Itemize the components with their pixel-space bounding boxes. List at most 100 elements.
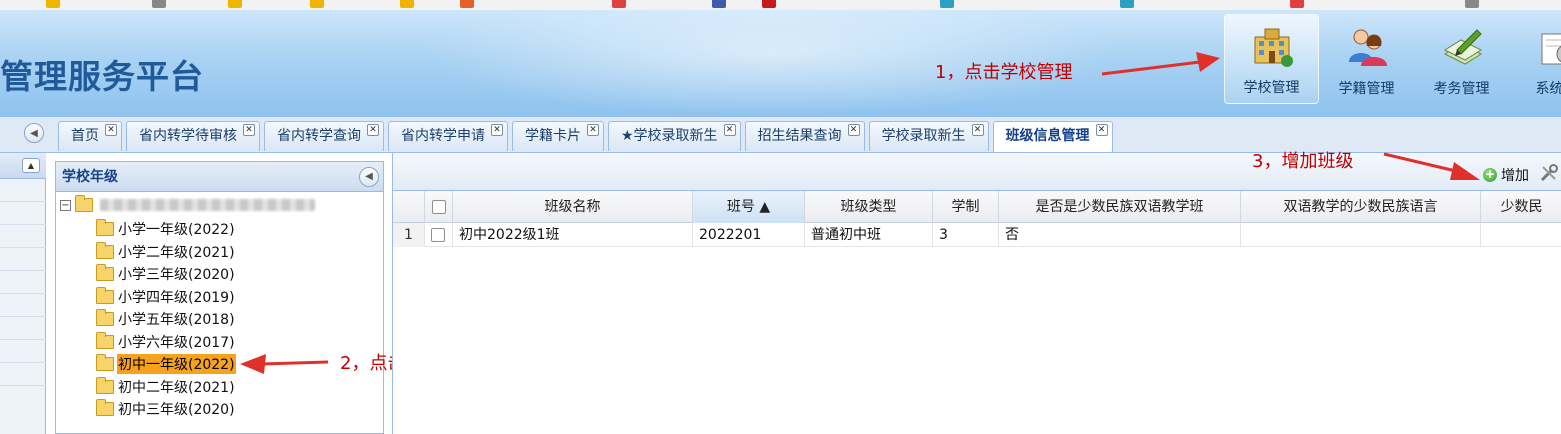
menu-row[interactable] [0, 271, 46, 294]
menu-row[interactable] [0, 225, 46, 248]
wrench-tools-icon[interactable] [1539, 163, 1559, 183]
tree-collapse-icon[interactable]: − [60, 199, 71, 211]
tree-root-school[interactable]: − [60, 195, 315, 212]
checkbox-icon[interactable] [431, 200, 446, 214]
nav-system-settings[interactable]: 系统管 [1509, 14, 1561, 104]
west-menu-header: ▲ [0, 153, 46, 179]
nav-student-records[interactable]: 学籍管理 [1319, 14, 1414, 104]
grade-tree-title: 学校年级 [62, 169, 118, 185]
tree-node[interactable]: 小学一年级(2022) [96, 218, 236, 240]
table-row[interactable]: 1 初中2022级1班 2022201 普通初中班 3 否 [393, 223, 1561, 247]
nav-school-management[interactable]: 学校管理 [1224, 14, 1319, 104]
tab-label: 省内转学待审核 [139, 128, 237, 144]
system-settings-icon [1541, 33, 1561, 65]
panel-collapse-button[interactable]: ◀ [359, 167, 379, 187]
folder-icon [96, 242, 114, 259]
header-banner: 管理服务平台 学校管理 学籍管理 考务管理 系统 1，点击学校管理 [0, 10, 1561, 117]
close-icon[interactable]: ✕ [491, 124, 503, 136]
row-select[interactable] [425, 223, 453, 247]
menu-row[interactable] [0, 248, 46, 271]
menu-row[interactable] [0, 179, 46, 202]
tree-node[interactable]: 小学四年级(2019) [96, 286, 236, 308]
close-icon[interactable]: ✕ [105, 124, 117, 136]
tab-label: 学校录取新生 [881, 128, 966, 144]
header-select-all[interactable] [425, 191, 453, 223]
annotation-step-3: 3，增加班级 [1252, 151, 1354, 172]
collapse-up-button[interactable]: ▲ [22, 158, 40, 173]
close-icon[interactable]: ✕ [723, 124, 736, 136]
menu-row[interactable] [0, 317, 46, 340]
exam-pen-icon [1443, 29, 1482, 65]
add-icon: + [1483, 167, 1497, 182]
grid-header-row: 班级名称 班号 ▲ 班级类型 学制 是否是少数民族双语教学班 双语教学的少数民族… [393, 191, 1561, 223]
app-window: 管理服务平台 学校管理 学籍管理 考务管理 系统 1，点击学校管理 ◀ 首页 ✕… [0, 0, 1561, 434]
tab-transfer-apply[interactable]: 省内转学申请 ✕ [388, 121, 508, 151]
tree-node-label: 小学六年级(2017) [118, 335, 235, 351]
tab-student-card[interactable]: 学籍卡片 ✕ [512, 121, 604, 151]
tree-node-label: 初中二年级(2021) [118, 380, 235, 396]
tree-node-label: 小学二年级(2021) [118, 245, 235, 261]
folder-icon [96, 377, 114, 394]
folder-icon [96, 399, 114, 416]
cell-minority [1481, 223, 1561, 247]
tree-node-label: 小学三年级(2020) [118, 267, 235, 283]
tab-transfer-query[interactable]: 省内转学查询 ✕ [264, 121, 384, 151]
annotation-arrow-2-icon [240, 354, 329, 374]
column-header-minority-language[interactable]: 双语教学的少数民族语言 [1241, 191, 1481, 223]
column-header-minority[interactable]: 少数民 [1481, 191, 1561, 223]
close-icon[interactable]: ✕ [587, 124, 599, 136]
tab-admission[interactable]: 学校录取新生 ✕ [868, 121, 989, 151]
tree-node-selected[interactable]: 初中一年级(2022) [96, 353, 236, 375]
tree-node-label: 初中一年级(2022) [117, 354, 236, 374]
folder-icon [96, 332, 114, 349]
tab-label: ★学校录取新生 [621, 128, 718, 144]
column-header-bilingual[interactable]: 是否是少数民族双语教学班 [999, 191, 1241, 223]
nav-label: 学籍管理 [1338, 81, 1395, 97]
tab-admission-starred[interactable]: ★学校录取新生 ✕ [608, 121, 741, 151]
main-nav: 学校管理 学籍管理 考务管理 系统 [1224, 14, 1561, 104]
tab-strip: 首页 ✕ 省内转学待审核 ✕ 省内转学查询 ✕ 省内转学申请 ✕ 学籍卡片 ✕ ★学校录取… [58, 121, 1117, 152]
tree-node[interactable]: 小学五年级(2018) [96, 308, 236, 330]
column-header-class-type[interactable]: 班级类型 [805, 191, 933, 223]
tab-enrollment-results[interactable]: 招生结果查询 ✕ [744, 121, 865, 151]
checkbox-icon[interactable] [431, 228, 445, 242]
tab-label: 学籍卡片 [525, 128, 581, 144]
tree-node[interactable]: 小学二年级(2021) [96, 241, 236, 263]
folder-icon [96, 354, 114, 371]
menu-row[interactable] [0, 294, 46, 317]
add-class-button[interactable]: + 增加 [1483, 165, 1529, 185]
close-icon[interactable]: ✕ [971, 124, 984, 136]
annotation-step-1: 1，点击学校管理 [935, 62, 1073, 83]
close-icon[interactable]: ✕ [1095, 124, 1108, 136]
column-header-class-no[interactable]: 班号 ▲ [693, 191, 805, 223]
column-header-school-system[interactable]: 学制 [933, 191, 999, 223]
tree-node[interactable]: 小学六年级(2017) [96, 331, 236, 353]
close-icon[interactable]: ✕ [847, 124, 860, 136]
tree-node[interactable]: 初中二年级(2021) [96, 376, 236, 398]
folder-icon [75, 195, 93, 212]
tab-label: 招生结果查询 [757, 128, 842, 144]
tab-label: 班级信息管理 [1005, 128, 1090, 144]
close-icon[interactable]: ✕ [367, 124, 379, 136]
tab-transfer-pending[interactable]: 省内转学待审核 ✕ [126, 121, 260, 151]
tree-node-label: 小学五年级(2018) [118, 312, 235, 328]
tree-node-label: 小学一年级(2022) [118, 222, 235, 238]
folder-icon [96, 219, 114, 236]
column-header-class-name[interactable]: 班级名称 [453, 191, 693, 223]
row-number: 1 [393, 223, 425, 247]
folder-icon [96, 309, 114, 326]
menu-row[interactable] [0, 363, 46, 386]
nav-label: 考务管理 [1433, 81, 1490, 97]
grade-tree-panel: 学校年级 ◀ − 小学一年级(2022) 小学二年级(2021) 小学三年级(2… [55, 161, 384, 434]
tree-node[interactable]: 初中三年级(2020) [96, 398, 236, 420]
menu-row[interactable] [0, 202, 46, 225]
tab-class-info[interactable]: 班级信息管理 ✕ [992, 121, 1113, 152]
nav-exam-management[interactable]: 考务管理 [1414, 14, 1509, 104]
close-icon[interactable]: ✕ [243, 124, 255, 136]
nav-label: 学校管理 [1243, 80, 1300, 96]
west-collapse-button[interactable]: ◀ [24, 123, 44, 143]
annotation-arrow-1-icon [1101, 52, 1220, 76]
tab-home[interactable]: 首页 ✕ [58, 121, 122, 151]
menu-row[interactable] [0, 340, 46, 363]
tree-node[interactable]: 小学三年级(2020) [96, 263, 236, 285]
